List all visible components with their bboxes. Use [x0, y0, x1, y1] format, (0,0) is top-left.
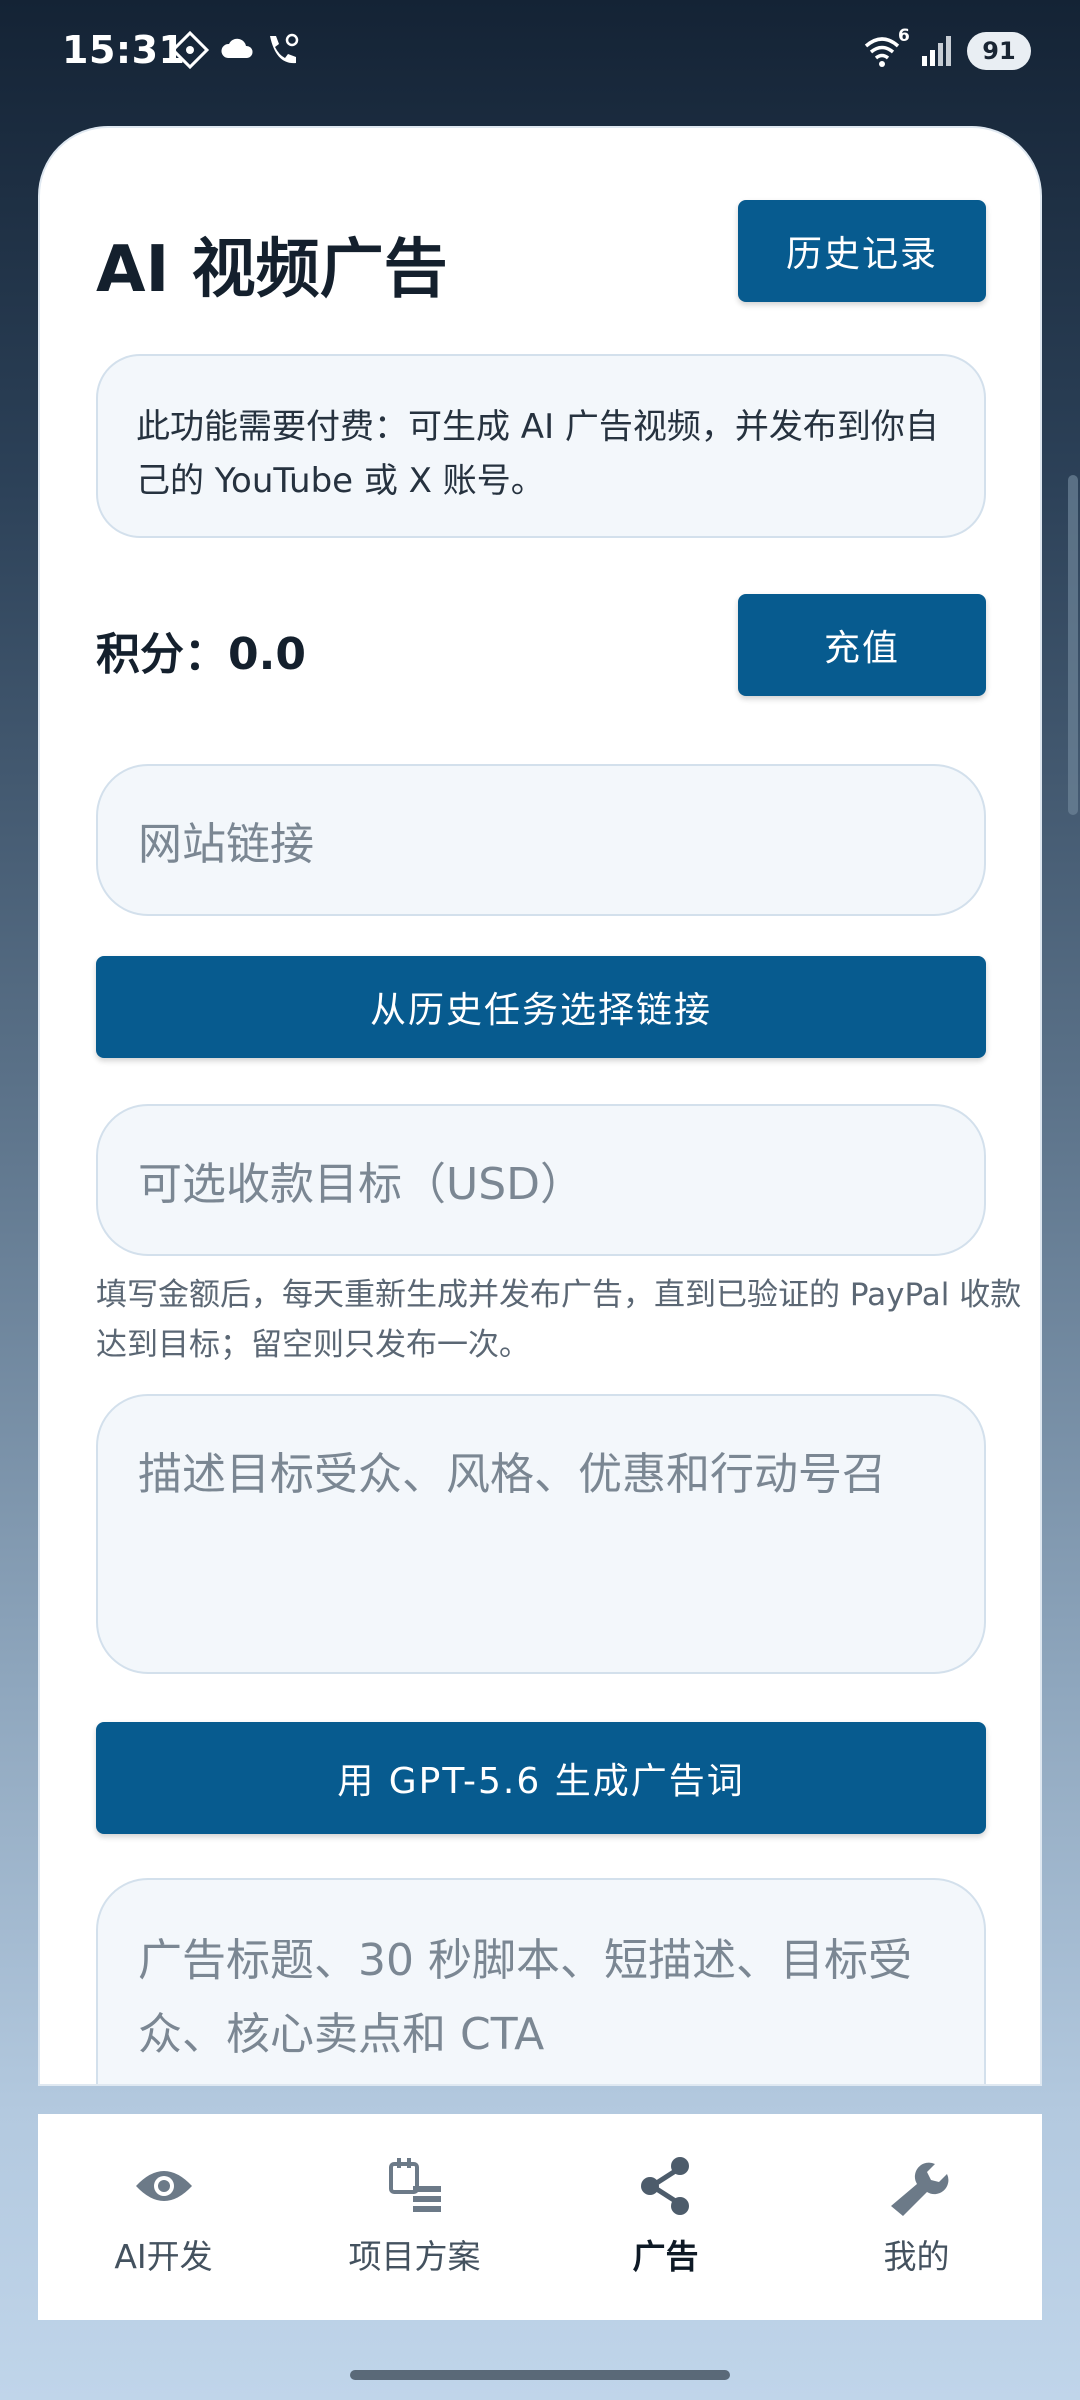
wifi-icon — [864, 37, 900, 67]
nav-item-ai-dev[interactable]: AI开发 — [38, 2114, 289, 2320]
paid-feature-notice: 此功能需要付费：可生成 AI 广告视频，并发布到你自己的 YouTube 或 X… — [96, 354, 986, 538]
home-indicator[interactable] — [350, 2370, 730, 2380]
location-diamond-icon — [170, 30, 210, 70]
website-url-input[interactable]: 网站链接 — [96, 764, 986, 916]
nav-item-mine[interactable]: 我的 — [791, 2114, 1042, 2320]
scrollbar-thumb[interactable] — [1068, 475, 1078, 815]
select-from-history-button[interactable]: 从历史任务选择链接 — [96, 956, 986, 1058]
history-button[interactable]: 历史记录 — [738, 200, 986, 302]
nav-label-project-plan: 项目方案 — [348, 2237, 481, 2276]
wrench-icon — [890, 2162, 948, 2216]
ad-description-textarea[interactable]: 描述目标受众、风格、优惠和行动号召 — [96, 1394, 986, 1674]
generate-ad-copy-button[interactable]: 用 GPT-5.6 生成广告词 — [96, 1722, 986, 1834]
wifi-calling-icon — [270, 33, 299, 64]
battery-icon: 91 — [967, 32, 1031, 70]
eye-icon — [135, 2171, 192, 2201]
ad-output-textarea[interactable]: 广告标题、30 秒脚本、短描述、目标受众、核心卖点和 CTA — [96, 1878, 986, 2084]
cloud-icon — [221, 38, 253, 58]
nav-item-project-plan[interactable]: 项目方案 — [289, 2114, 540, 2320]
nav-label-ai-dev: AI开发 — [114, 2237, 213, 2276]
usd-target-hint: 填写金额后，每天重新生成并发布广告，直到已验证的 PayPal 收款达到目标；留… — [96, 1277, 1022, 1363]
status-time: 15:31 — [62, 28, 186, 72]
share-icon — [640, 2157, 689, 2215]
wifi-badge: 6 — [898, 26, 910, 46]
main-card: AI 视频广告 历史记录 此功能需要付费：可生成 AI 广告视频，并发布到你自己… — [38, 126, 1042, 2086]
points-balance: 积分：0.0 — [96, 629, 306, 680]
nav-label-mine: 我的 — [883, 2237, 950, 2276]
status-bar: 15:31 6 91 — [0, 0, 1080, 110]
signal-icon — [922, 36, 951, 66]
project-plan-icon — [388, 2158, 441, 2212]
recharge-button[interactable]: 充值 — [738, 594, 986, 696]
usd-target-input[interactable]: 可选收款目标（USD） — [96, 1104, 986, 1256]
page-title: AI 视频广告 — [96, 233, 448, 307]
nav-item-ads[interactable]: 广告 — [540, 2114, 791, 2320]
bottom-nav: AI开发 项目方案 广告 我的 — [38, 2114, 1042, 2320]
nav-label-ads: 广告 — [632, 2237, 699, 2276]
